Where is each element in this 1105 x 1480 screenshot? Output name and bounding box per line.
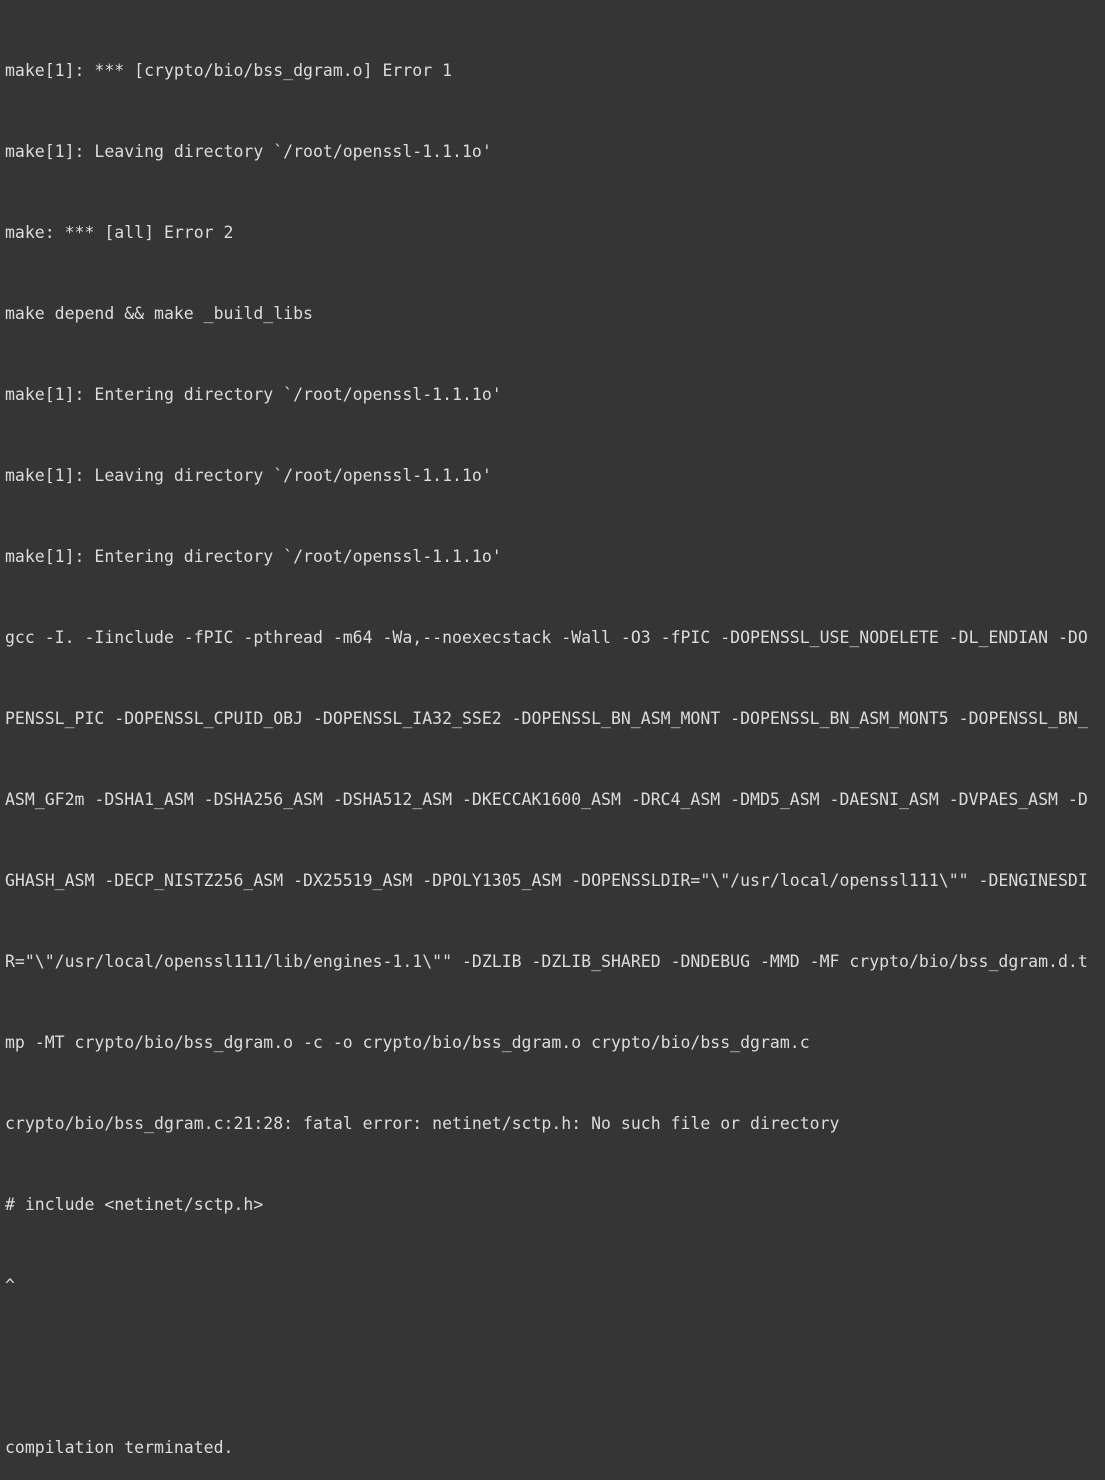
terminal-line: PENSSL_PIC -DOPENSSL_CPUID_OBJ -DOPENSSL… — [5, 709, 1088, 728]
terminal-line: make[1]: Leaving directory `/root/openss… — [5, 466, 492, 485]
terminal-line: compilation terminated. — [5, 1438, 234, 1457]
terminal-line: make[1]: Leaving directory `/root/openss… — [5, 142, 492, 161]
terminal-line: R="\"/usr/local/openssl111/lib/engines-1… — [5, 952, 1088, 971]
terminal-line: mp -MT crypto/bio/bss_dgram.o -c -o cryp… — [5, 1033, 810, 1052]
terminal-line: make depend && make _build_libs — [5, 304, 313, 323]
terminal-line: # include <netinet/sctp.h> — [5, 1195, 264, 1214]
terminal-line: make: *** [all] Error 2 — [5, 223, 234, 242]
terminal-line: make[1]: Entering directory `/root/opens… — [5, 385, 502, 404]
terminal-line: crypto/bio/bss_dgram.c:21:28: fatal erro… — [5, 1114, 840, 1133]
terminal-line: make[1]: Entering directory `/root/opens… — [5, 547, 502, 566]
terminal-line: GHASH_ASM -DECP_NISTZ256_ASM -DX25519_AS… — [5, 871, 1088, 890]
terminal-line: make[1]: *** [crypto/bio/bss_dgram.o] Er… — [5, 61, 453, 80]
terminal-line: ASM_GF2m -DSHA1_ASM -DSHA256_ASM -DSHA51… — [5, 790, 1088, 809]
terminal-output-pane[interactable]: make[1]: *** [crypto/bio/bss_dgram.o] Er… — [0, 0, 1105, 1457]
terminal-line: ^ — [5, 1276, 15, 1295]
terminal-line: gcc -I. -Iinclude -fPIC -pthread -m64 -W… — [5, 628, 1088, 647]
